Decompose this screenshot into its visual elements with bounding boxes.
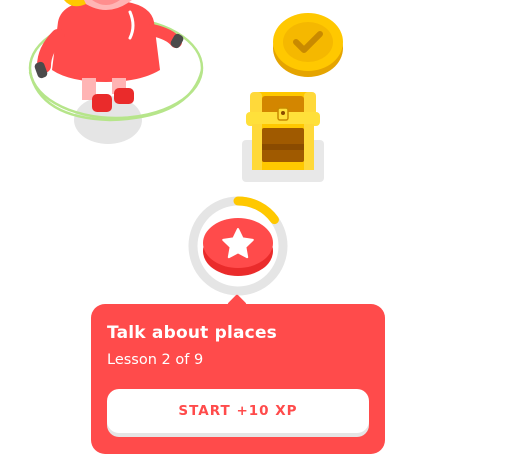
lesson-title: Talk about places bbox=[107, 323, 277, 343]
checkmark-coin-icon bbox=[273, 13, 343, 77]
jump-rope-character bbox=[28, 0, 204, 122]
start-lesson-button[interactable]: START +10 XP bbox=[107, 389, 369, 433]
treasure-chest-icon bbox=[246, 92, 320, 170]
lesson-popover: Talk about places Lesson 2 of 9 START +1… bbox=[91, 304, 385, 454]
lesson-progress-text: Lesson 2 of 9 bbox=[107, 352, 204, 368]
lesson-level-button[interactable] bbox=[188, 196, 288, 296]
treasure-chest[interactable] bbox=[242, 86, 324, 182]
